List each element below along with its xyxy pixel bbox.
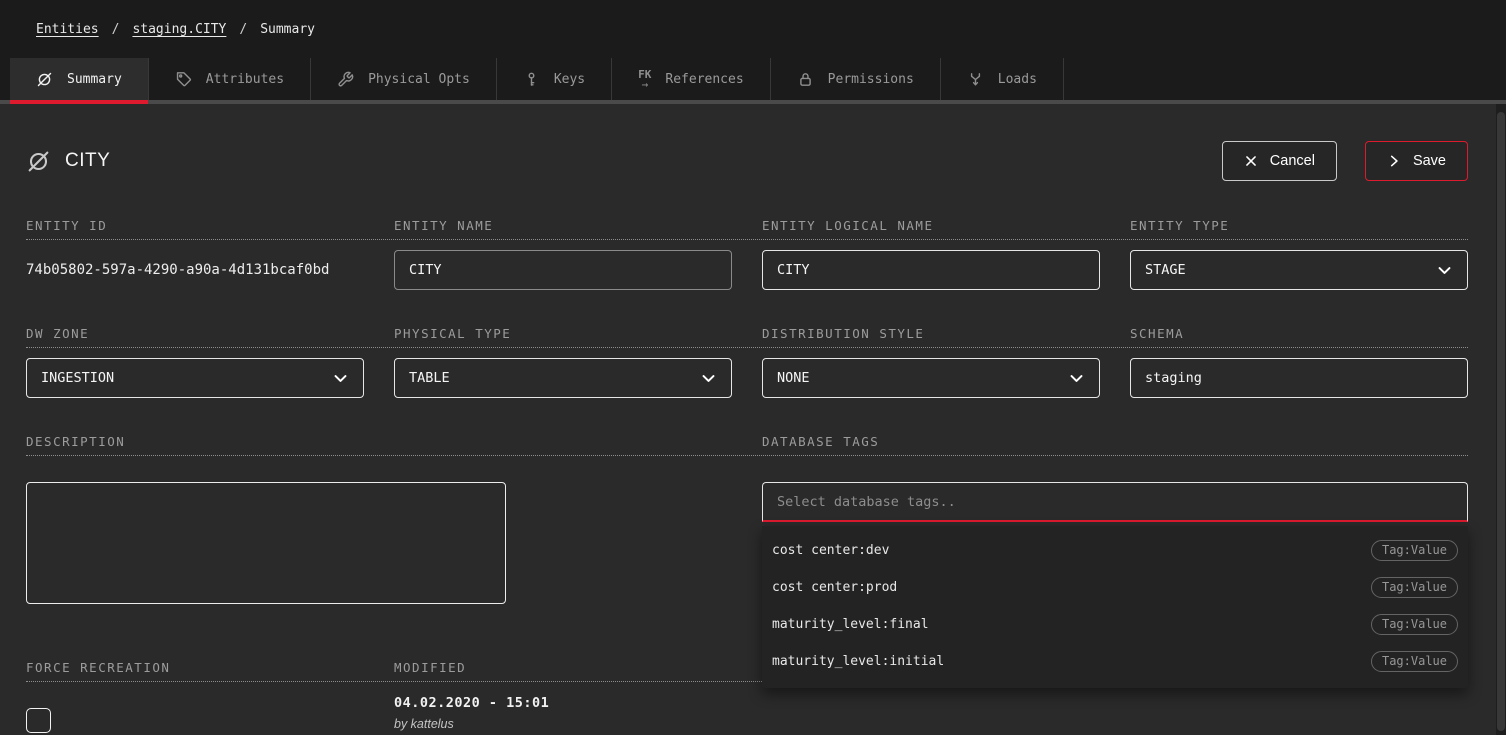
page-title: CITY: [65, 150, 110, 172]
breadcrumb-separator: /: [239, 22, 247, 37]
cancel-button[interactable]: Cancel: [1222, 141, 1337, 181]
tag-value-badge: Tag:Value: [1371, 577, 1458, 598]
tag-option[interactable]: cost center:prod Tag:Value: [762, 569, 1468, 606]
physical-type-select[interactable]: TABLE: [394, 358, 732, 398]
database-tags-dropdown: cost center:dev Tag:Value cost center:pr…: [762, 526, 1468, 688]
key-icon: [523, 71, 540, 88]
tab-summary[interactable]: Summary: [10, 58, 149, 100]
breadcrumb-current: Summary: [260, 22, 315, 37]
tab-label: Keys: [554, 72, 585, 87]
entity-logical-name-label: ENTITY LOGICAL NAME: [762, 218, 1100, 233]
tab-label: Physical Opts: [368, 72, 470, 87]
description-textarea[interactable]: [26, 482, 506, 604]
breadcrumb: Entities / staging.CITY / Summary: [36, 22, 315, 37]
tab-label: References: [665, 72, 743, 87]
tab-loads[interactable]: Loads: [941, 58, 1064, 100]
force-recreation-checkbox[interactable]: [26, 708, 51, 733]
distribution-style-select[interactable]: NONE: [762, 358, 1100, 398]
row-divider: [26, 347, 1468, 348]
dw-zone-select[interactable]: INGESTION: [26, 358, 364, 398]
tag-option[interactable]: maturity_level:final Tag:Value: [762, 606, 1468, 643]
tab-references[interactable]: FK → References: [612, 58, 771, 100]
save-button[interactable]: Save: [1365, 141, 1468, 181]
tab-label: Summary: [67, 72, 122, 87]
chevron-down-icon: [700, 370, 717, 387]
chevron-down-icon: [1068, 370, 1085, 387]
modified-by: by kattelus: [394, 717, 732, 731]
description-label: DESCRIPTION: [26, 434, 364, 449]
top-header: Entities / staging.CITY / Summary: [0, 0, 1506, 58]
tab-bar: Summary Attributes Physical Opts Keys FK…: [0, 58, 1506, 104]
physical-type-label: PHYSICAL TYPE: [394, 326, 732, 341]
entity-icon: [26, 149, 51, 174]
database-tags-label: DATABASE TAGS: [762, 434, 1100, 449]
entity-name-input[interactable]: [394, 250, 732, 290]
modified-value: 04.02.2020 - 15:01: [394, 695, 732, 711]
schema-label: SCHEMA: [1130, 326, 1468, 341]
schema-input[interactable]: [1130, 358, 1468, 398]
entity-icon: [36, 71, 53, 88]
chevron-down-icon: [332, 370, 349, 387]
tab-label: Loads: [998, 72, 1037, 87]
force-recreation-label: FORCE RECREATION: [26, 660, 364, 675]
tab-label: Permissions: [828, 72, 914, 87]
close-icon: [1244, 154, 1258, 168]
scrollbar-thumb[interactable]: [1497, 112, 1505, 731]
tag-value-badge: Tag:Value: [1371, 540, 1458, 561]
dw-zone-label: DW ZONE: [26, 326, 364, 341]
tag-icon: [175, 71, 192, 88]
database-tags-input[interactable]: [762, 482, 1468, 522]
tab-physical-opts[interactable]: Physical Opts: [311, 58, 497, 100]
entity-id-value: 74b05802-597a-4290-a90a-4d131bcaf0bd: [26, 250, 364, 290]
tab-keys[interactable]: Keys: [497, 58, 612, 100]
tag-value-badge: Tag:Value: [1371, 651, 1458, 672]
tag-option[interactable]: cost center:dev Tag:Value: [762, 532, 1468, 569]
entity-logical-name-input[interactable]: [762, 250, 1100, 290]
entity-type-label: ENTITY TYPE: [1130, 218, 1468, 233]
row-divider: [26, 239, 1468, 240]
breadcrumb-separator: /: [112, 22, 120, 37]
tab-permissions[interactable]: Permissions: [771, 58, 941, 100]
lock-icon: [797, 71, 814, 88]
main-content: CITY Cancel Save ENTITY ID ENTITY NAME E…: [0, 104, 1506, 733]
foreign-key-icon: FK →: [638, 69, 651, 90]
distribution-style-label: DISTRIBUTION STYLE: [762, 326, 1100, 341]
entity-id-label: ENTITY ID: [26, 218, 364, 233]
tab-attributes[interactable]: Attributes: [149, 58, 311, 100]
tab-label: Attributes: [206, 72, 284, 87]
merge-icon: [967, 71, 984, 88]
breadcrumb-entity[interactable]: staging.CITY: [132, 22, 226, 37]
tag-option[interactable]: maturity_level:initial Tag:Value: [762, 643, 1468, 680]
vertical-scrollbar[interactable]: [1496, 104, 1506, 735]
row-divider: [26, 455, 1468, 456]
tag-value-badge: Tag:Value: [1371, 614, 1458, 635]
modified-label: MODIFIED: [394, 660, 732, 675]
chevron-down-icon: [1436, 262, 1453, 279]
wrench-icon: [337, 71, 354, 88]
entity-type-select[interactable]: STAGE: [1130, 250, 1468, 290]
breadcrumb-entities[interactable]: Entities: [36, 22, 99, 37]
chevron-right-icon: [1387, 154, 1401, 168]
entity-name-label: ENTITY NAME: [394, 218, 732, 233]
